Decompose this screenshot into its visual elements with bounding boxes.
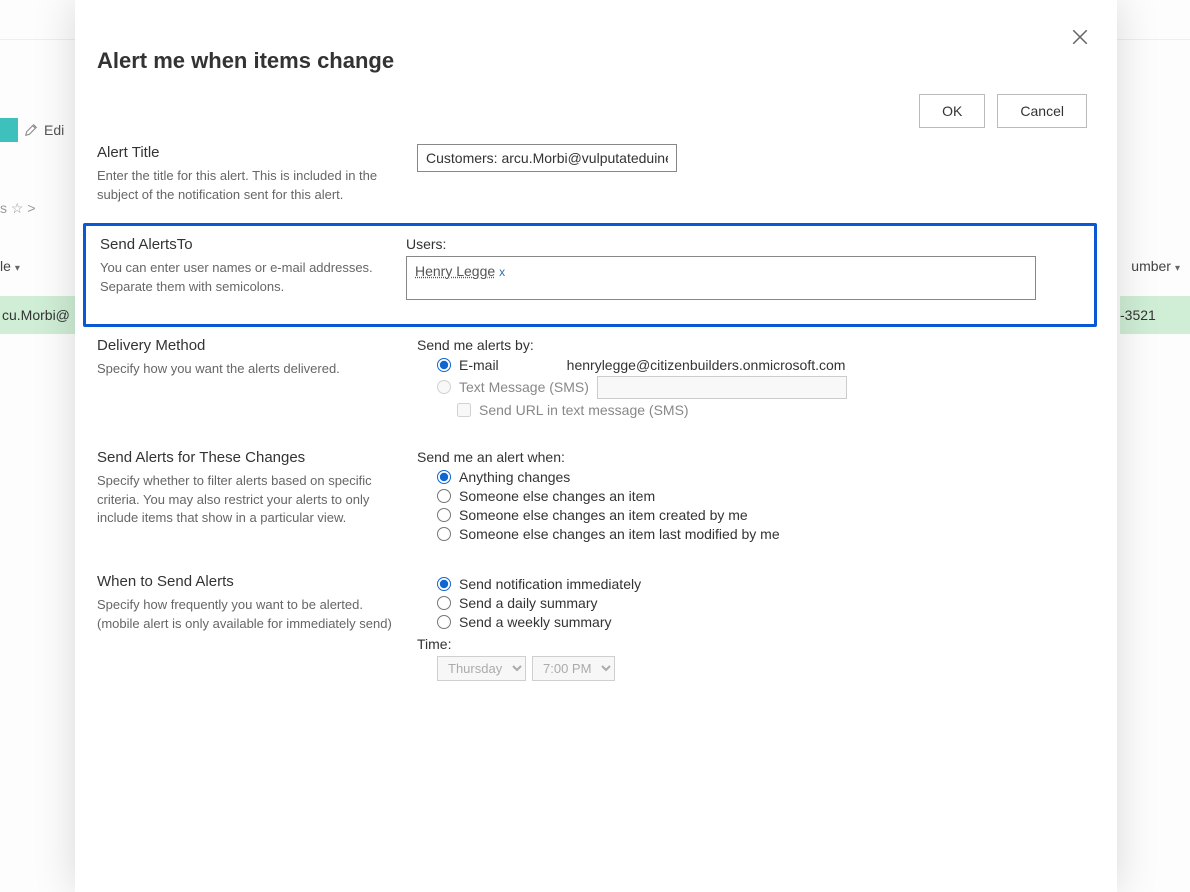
- time-hour-select: 7:00 PM: [532, 656, 615, 681]
- bg-row-cell-left[interactable]: cu.Morbi@: [0, 296, 75, 334]
- send-url-checkbox: [457, 403, 471, 417]
- top-button-row: OK Cancel: [75, 78, 1109, 134]
- section-alert-changes: Send Alerts for These Changes Specify wh…: [75, 439, 1109, 563]
- alert-dialog: Alert me when items change OK Cancel Ale…: [75, 0, 1117, 892]
- send-url-label: Send URL in text message (SMS): [479, 402, 689, 418]
- cancel-button[interactable]: Cancel: [997, 94, 1087, 128]
- delivery-heading: Delivery Method: [97, 337, 397, 354]
- close-icon: [1071, 28, 1089, 46]
- dialog-title: Alert me when items change: [97, 48, 394, 74]
- time-day-select: Thursday: [437, 656, 526, 681]
- changes-opt-modified-by-me[interactable]: [437, 527, 451, 541]
- bg-edit-color-block: [0, 118, 18, 142]
- users-label: Users:: [406, 236, 1080, 252]
- when-opt-weekly[interactable]: [437, 615, 451, 629]
- send-to-heading: Send AlertsTo: [100, 236, 386, 253]
- remove-person-icon[interactable]: x: [499, 265, 505, 279]
- when-opt-daily[interactable]: [437, 596, 451, 610]
- dialog-scroll-area[interactable]: OK Cancel Alert Title Enter the title fo…: [75, 78, 1109, 852]
- section-delivery-method: Delivery Method Specify how you want the…: [75, 327, 1109, 439]
- when-opt-immediately[interactable]: [437, 577, 451, 591]
- when-opt3-label: Send a weekly summary: [459, 614, 612, 630]
- alert-title-input[interactable]: [417, 144, 677, 172]
- alert-title-desc: Enter the title for this alert. This is …: [97, 167, 397, 205]
- delivery-email-radio[interactable]: [437, 358, 451, 372]
- section-when-send: When to Send Alerts Specify how frequent…: [75, 563, 1109, 699]
- alert-title-heading: Alert Title: [97, 144, 397, 161]
- delivery-group-label: Send me alerts by:: [417, 337, 1087, 353]
- changes-opt1-label: Anything changes: [459, 469, 570, 485]
- ok-button[interactable]: OK: [919, 94, 985, 128]
- bg-edit-button[interactable]: Edi: [0, 118, 64, 142]
- changes-opt-someone-else[interactable]: [437, 489, 451, 503]
- users-people-picker[interactable]: Henry Legge x: [406, 256, 1036, 300]
- delivery-email-label: E-mail: [459, 357, 499, 373]
- changes-opt-anything[interactable]: [437, 470, 451, 484]
- when-opt1-label: Send notification immediately: [459, 576, 641, 592]
- section-alert-title: Alert Title Enter the title for this ale…: [75, 134, 1109, 223]
- delivery-email-value: henrylegge@citizenbuilders.onmicrosoft.c…: [567, 357, 846, 373]
- time-label: Time:: [417, 636, 1087, 652]
- changes-heading: Send Alerts for These Changes: [97, 449, 397, 466]
- section-send-alerts-to-highlight: Send AlertsTo You can enter user names o…: [83, 223, 1097, 327]
- when-desc: Specify how frequently you want to be al…: [97, 596, 397, 634]
- changes-desc: Specify whether to filter alerts based o…: [97, 472, 397, 529]
- when-heading: When to Send Alerts: [97, 573, 397, 590]
- person-chip[interactable]: Henry Legge: [415, 263, 495, 279]
- bg-col-header-right[interactable]: umber▾: [1131, 258, 1180, 274]
- delivery-desc: Specify how you want the alerts delivere…: [97, 360, 397, 379]
- bg-col-header-left[interactable]: le▾: [0, 258, 20, 274]
- bg-row-cell-right[interactable]: -3521: [1120, 296, 1190, 334]
- changes-opt4-label: Someone else changes an item last modifi…: [459, 526, 780, 542]
- send-to-desc: You can enter user names or e-mail addre…: [100, 259, 386, 297]
- changes-opt-created-by-me[interactable]: [437, 508, 451, 522]
- delivery-sms-input: [597, 376, 847, 399]
- when-opt2-label: Send a daily summary: [459, 595, 598, 611]
- changes-opt3-label: Someone else changes an item created by …: [459, 507, 748, 523]
- chevron-down-icon: ▾: [1175, 263, 1180, 274]
- bg-breadcrumb-star: s ☆ >: [0, 200, 36, 217]
- changes-group-label: Send me an alert when:: [417, 449, 1087, 465]
- bg-edit-label: Edi: [44, 122, 64, 138]
- close-button[interactable]: [1071, 28, 1091, 48]
- chevron-down-icon: ▾: [15, 263, 20, 274]
- changes-opt2-label: Someone else changes an item: [459, 488, 655, 504]
- delivery-sms-radio: [437, 380, 451, 394]
- pencil-icon: [24, 123, 38, 137]
- delivery-sms-label: Text Message (SMS): [459, 379, 589, 395]
